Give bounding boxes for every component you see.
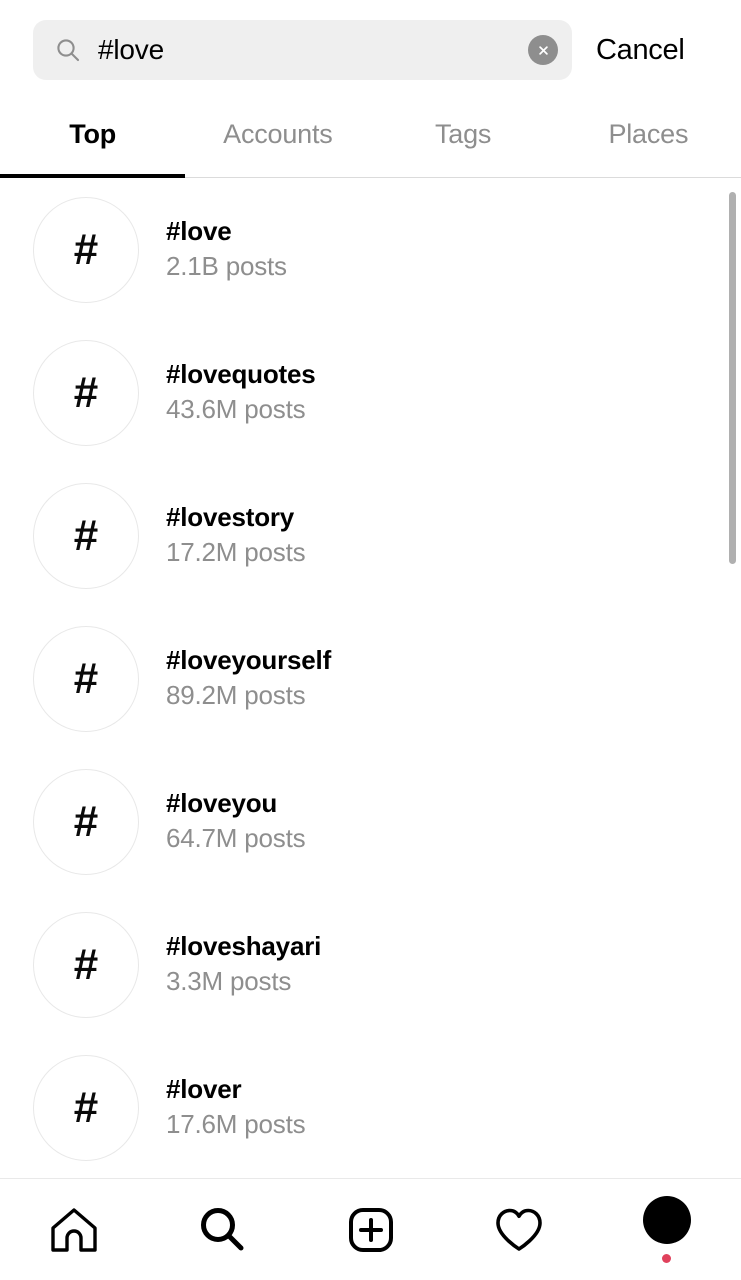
- heart-icon: [494, 1207, 544, 1253]
- tab-tags[interactable]: Tags: [371, 100, 556, 178]
- hashtag-name: #lover: [166, 1073, 242, 1104]
- avatar: [642, 1196, 691, 1244]
- search-input[interactable]: #love: [33, 20, 572, 80]
- cancel-button[interactable]: Cancel: [596, 34, 685, 67]
- table-row[interactable]: # #loveyourself 89.2M posts: [0, 607, 741, 750]
- hashtag-icon: #: [33, 482, 139, 589]
- hashtag-icon: #: [33, 911, 139, 1018]
- hashtag-post-count: 89.2M posts: [166, 680, 306, 711]
- row-text: #loveyourself 89.2M posts: [166, 644, 331, 713]
- hashtag-post-count: 2.1B posts: [166, 251, 287, 282]
- nav-activity-button[interactable]: [445, 1179, 593, 1280]
- search-query-text: #love: [98, 36, 164, 64]
- hashtag-glyph: #: [73, 939, 99, 989]
- row-text: #lovestory 17.2M posts: [166, 501, 306, 570]
- active-tab-indicator: [0, 174, 185, 178]
- search-header: #love Cancel: [0, 0, 741, 100]
- hashtag-glyph: #: [73, 510, 99, 560]
- scrollbar[interactable]: [729, 178, 736, 1178]
- hashtag-post-count: 3.3M posts: [166, 966, 292, 997]
- hashtag-name: #lovequotes: [166, 358, 316, 389]
- row-text: #loveyou 64.7M posts: [166, 787, 306, 856]
- hashtag-glyph: #: [73, 796, 99, 846]
- search-results-list: # #love 2.1B posts # #lovequotes 43.6M p…: [0, 178, 741, 1178]
- hashtag-name: #loveyou: [166, 787, 278, 818]
- hashtag-post-count: 17.6M posts: [166, 1109, 306, 1140]
- hashtag-post-count: 43.6M posts: [166, 394, 306, 425]
- search-icon: [55, 37, 81, 63]
- plus-square-icon: [346, 1205, 396, 1255]
- profile-avatar-icon: [642, 1196, 691, 1263]
- clear-search-button[interactable]: [528, 35, 558, 65]
- hashtag-glyph: #: [73, 653, 99, 703]
- hashtag-icon: #: [33, 339, 139, 446]
- hashtag-name: #love: [166, 215, 232, 246]
- scrollbar-thumb[interactable]: [729, 192, 736, 564]
- search-icon: [197, 1205, 247, 1255]
- row-text: #lover 17.6M posts: [166, 1073, 306, 1142]
- row-text: #lovequotes 43.6M posts: [166, 358, 316, 427]
- hashtag-name: #loveshayari: [166, 930, 322, 961]
- row-text: #love 2.1B posts: [166, 215, 287, 284]
- hashtag-glyph: #: [73, 224, 99, 274]
- status-badge: [662, 1254, 672, 1263]
- hashtag-name: #lovestory: [166, 501, 295, 532]
- nav-search-button[interactable]: [148, 1179, 296, 1280]
- tab-accounts[interactable]: Accounts: [185, 100, 370, 178]
- hashtag-glyph: #: [73, 367, 99, 417]
- tab-places[interactable]: Places: [556, 100, 741, 178]
- nav-profile-button[interactable]: [593, 1179, 741, 1280]
- home-icon: [49, 1207, 99, 1253]
- table-row[interactable]: # #lover 17.6M posts: [0, 1036, 741, 1178]
- nav-create-button[interactable]: [296, 1179, 444, 1280]
- instagram-search-screen: #love Cancel Top Accounts Tags Places # …: [0, 0, 741, 1280]
- table-row[interactable]: # #loveyou 64.7M posts: [0, 750, 741, 893]
- nav-home-button[interactable]: [0, 1179, 148, 1280]
- table-row[interactable]: # #lovequotes 43.6M posts: [0, 321, 741, 464]
- hashtag-icon: #: [33, 1054, 139, 1161]
- hashtag-post-count: 17.2M posts: [166, 537, 306, 568]
- hashtag-icon: #: [33, 768, 139, 875]
- hashtag-post-count: 64.7M posts: [166, 823, 306, 854]
- table-row[interactable]: # #lovestory 17.2M posts: [0, 464, 741, 607]
- row-text: #loveshayari 3.3M posts: [166, 930, 321, 999]
- hashtag-name: #loveyourself: [166, 644, 332, 675]
- table-row[interactable]: # #love 2.1B posts: [0, 178, 741, 321]
- hashtag-icon: #: [33, 625, 139, 732]
- table-row[interactable]: # #loveshayari 3.3M posts: [0, 893, 741, 1036]
- hashtag-glyph: #: [73, 1082, 99, 1132]
- bottom-navigation-bar: [0, 1178, 741, 1280]
- tab-top[interactable]: Top: [0, 100, 185, 178]
- search-tabs: Top Accounts Tags Places: [0, 100, 741, 178]
- hashtag-icon: #: [33, 196, 139, 303]
